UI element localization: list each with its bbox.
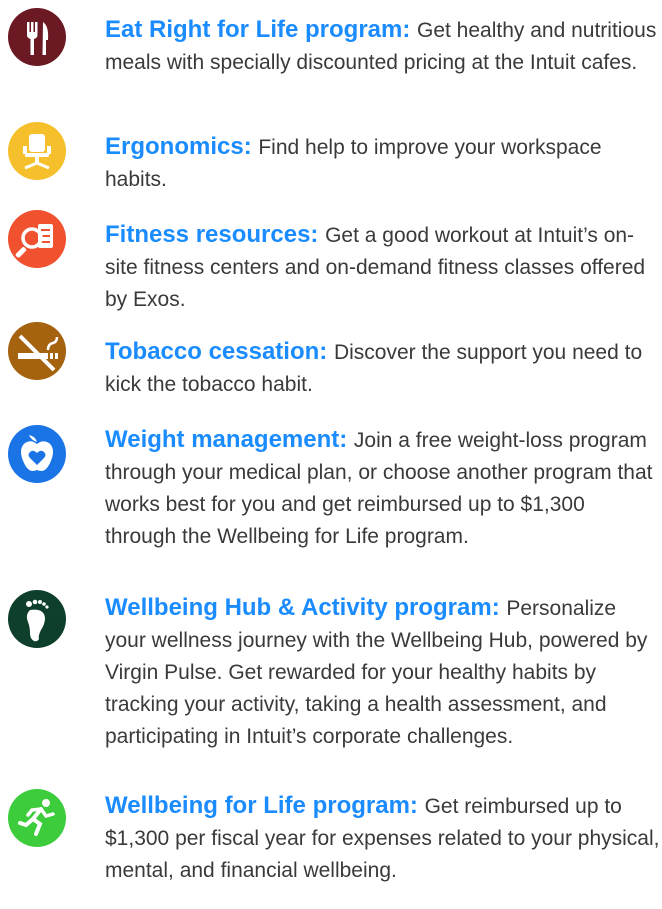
footprint-icon xyxy=(8,590,66,648)
benefit-title: Wellbeing Hub & Activity program: xyxy=(105,594,507,621)
benefit-title: Eat Right for Life program: xyxy=(105,16,417,43)
no-smoking-icon xyxy=(8,322,66,380)
running-person-icon xyxy=(8,789,66,847)
benefit-text: Eat Right for Life program: Get healthy … xyxy=(105,14,660,79)
benefit-text: Weight management: Join a free weight-lo… xyxy=(105,424,660,553)
fork-knife-icon xyxy=(8,8,66,66)
benefit-title: Wellbeing for Life program: xyxy=(105,792,425,819)
benefit-title: Weight management: xyxy=(105,426,354,453)
benefit-text: Ergonomics: Find help to improve your wo… xyxy=(105,131,660,196)
benefit-title: Ergonomics: xyxy=(105,133,259,160)
benefit-text: Fitness resources: Get a good workout at… xyxy=(105,219,660,316)
apple-heart-icon xyxy=(8,425,66,483)
benefit-text: Wellbeing Hub & Activity program: Person… xyxy=(105,592,660,753)
magnifier-checklist-icon xyxy=(8,210,66,268)
office-chair-icon xyxy=(8,122,66,180)
benefit-title: Fitness resources: xyxy=(105,221,326,248)
benefit-text: Wellbeing for Life program: Get reimburs… xyxy=(105,790,660,887)
benefit-title: Tobacco cessation: xyxy=(105,338,334,365)
benefit-text: Tobacco cessation: Discover the support … xyxy=(105,336,660,401)
